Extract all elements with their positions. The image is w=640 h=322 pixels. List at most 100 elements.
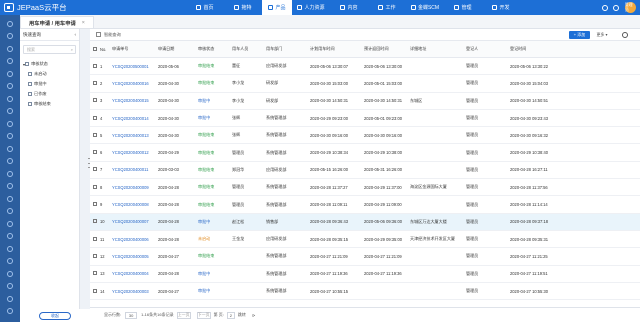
- table-row[interactable]: 3 YCSQ20200400015 2020-04-30 审批中 李小龙 研发部 2020-…: [90, 93, 640, 110]
- order-number-link[interactable]: YCSQ20200400005: [110, 254, 156, 259]
- row-checkbox[interactable]: [90, 288, 98, 294]
- order-number-link[interactable]: YCSQ20200500001: [110, 64, 156, 69]
- checkbox[interactable]: [93, 202, 97, 207]
- rail-menu-icon[interactable]: [7, 170, 13, 177]
- checkbox[interactable]: [93, 236, 97, 241]
- tree-root[interactable]: ▾ 审核状态: [23, 61, 76, 67]
- rail-menu-icon[interactable]: [7, 108, 13, 114]
- checkbox[interactable]: [93, 271, 97, 276]
- row-checkbox[interactable]: [90, 150, 98, 155]
- add-button[interactable]: + 添加: [569, 31, 590, 39]
- tree-item[interactable]: 未启动: [28, 71, 76, 77]
- table-row[interactable]: 2 YCSQ20200400016 2020-04-30 审批结束 李小龙 研发部 2020…: [90, 75, 640, 93]
- checkbox[interactable]: [93, 253, 97, 258]
- order-number-link[interactable]: YCSQ20200400004: [110, 271, 156, 276]
- avatar[interactable]: 管理员: [625, 2, 636, 13]
- rail-menu-icon[interactable]: [7, 245, 13, 252]
- rail-menu-icon[interactable]: [7, 58, 13, 64]
- order-number-link[interactable]: YCSQ20200400014: [110, 116, 156, 121]
- order-number-link[interactable]: YCSQ20200400011: [110, 167, 156, 172]
- gear-icon[interactable]: [622, 32, 628, 38]
- prev-page-button[interactable]: 上一页: [176, 311, 191, 319]
- collapse-button[interactable]: 收起: [39, 311, 71, 320]
- rail-menu-icon[interactable]: [7, 295, 13, 302]
- table-row[interactable]: 5 YCSQ20200400013 2020-04-30 审批结束 张辉 系统管理部 202…: [90, 127, 640, 145]
- bell-icon[interactable]: [613, 4, 619, 11]
- nav-item-8[interactable]: 开发: [482, 0, 520, 15]
- nav-item-0[interactable]: 首页: [186, 0, 224, 15]
- table-row[interactable]: 11 YCSQ20200400006 2020-04-28 未启动 王金龙 应用研发部 20…: [90, 231, 640, 249]
- tab-vehicle-request[interactable]: 用车申请 / 用车申请 ×: [20, 16, 94, 28]
- page-number-input[interactable]: 2: [226, 311, 235, 319]
- order-number-link[interactable]: YCSQ20200400015: [110, 98, 156, 103]
- tree-item[interactable]: 已作废: [28, 91, 76, 97]
- search-icon[interactable]: ⌕: [71, 47, 73, 52]
- rail-menu-icon[interactable]: [7, 158, 13, 164]
- checkbox[interactable]: [93, 167, 97, 172]
- order-number-link[interactable]: YCSQ20200400006: [110, 237, 156, 242]
- nav-item-7[interactable]: 管理: [444, 0, 482, 15]
- table-row[interactable]: 1 YCSQ20200500001 2020-05-06 审批结束 董征 应用研发部 202…: [90, 58, 640, 76]
- filter-icon[interactable]: [96, 32, 101, 37]
- checkbox[interactable]: [93, 132, 97, 137]
- next-page-button[interactable]: 下一页: [196, 311, 211, 319]
- more-button[interactable]: 更多 ▾: [594, 31, 610, 39]
- smart-query-button[interactable]: 智能查询: [104, 32, 121, 38]
- row-checkbox[interactable]: [90, 184, 98, 190]
- row-checkbox[interactable]: [90, 236, 98, 242]
- rail-menu-icon[interactable]: [7, 45, 13, 52]
- order-number-link[interactable]: YCSQ20200400003: [110, 289, 156, 294]
- nav-item-6[interactable]: 金蝶SCM: [406, 0, 444, 15]
- rail-menu-icon[interactable]: [7, 20, 13, 27]
- tree-item[interactable]: 审核结束: [28, 101, 76, 107]
- row-checkbox[interactable]: [90, 202, 98, 207]
- table-row[interactable]: 8 YCSQ20200400009 2020-04-28 审批结束 管理员 系统管理部 20…: [90, 179, 640, 197]
- nav-item-3[interactable]: 人力资源: [292, 0, 330, 15]
- tree-item[interactable]: 审批中: [28, 81, 76, 87]
- rail-menu-icon[interactable]: [7, 95, 13, 102]
- rail-menu-icon[interactable]: [7, 70, 13, 77]
- checkbox[interactable]: [93, 150, 97, 155]
- nav-item-2[interactable]: 产品: [262, 0, 292, 15]
- rail-menu-icon[interactable]: [7, 145, 13, 152]
- table-row[interactable]: 6 YCSQ20200400012 2020-04-29 审批结束 管理员 系统管理部 20…: [90, 144, 640, 162]
- rail-menu-icon[interactable]: [7, 270, 13, 277]
- checkbox[interactable]: [93, 115, 97, 120]
- rail-menu-icon[interactable]: [7, 258, 13, 264]
- order-number-link[interactable]: YCSQ20200400013: [110, 133, 156, 138]
- table-row[interactable]: 13 YCSQ20200400004 2020-04-28 审批中 系统管理部 2020-…: [90, 266, 640, 283]
- row-checkbox[interactable]: [90, 167, 98, 172]
- checkbox[interactable]: [93, 288, 97, 293]
- order-number-link[interactable]: YCSQ20200400012: [110, 150, 156, 155]
- nav-item-4[interactable]: 内容: [330, 0, 368, 15]
- rail-menu-icon[interactable]: [7, 208, 13, 214]
- rail-menu-icon[interactable]: [7, 120, 13, 127]
- rail-menu-icon[interactable]: [7, 83, 13, 89]
- order-number-link[interactable]: YCSQ20200400007: [110, 219, 156, 224]
- rail-menu-icon[interactable]: [7, 183, 13, 189]
- page-size-select[interactable]: 30: [125, 311, 138, 319]
- chevron-left-icon[interactable]: ‹: [75, 32, 77, 37]
- table-row[interactable]: 7 YCSQ20200400011 2020-03-03 审批结束 郑冠华 应用研发部 20…: [90, 162, 640, 180]
- row-checkbox[interactable]: [90, 132, 98, 138]
- nav-item-5[interactable]: 工作: [368, 0, 406, 15]
- table-row[interactable]: 9 YCSQ20200400008 2020-04-28 审批结束 管理员 系统管理部 20…: [90, 196, 640, 214]
- row-checkbox[interactable]: [90, 271, 98, 276]
- table-row[interactable]: 12 YCSQ20200400005 2020-04-27 审批结束 系统管理部 2020…: [90, 248, 640, 266]
- checkbox[interactable]: [93, 98, 97, 103]
- order-number-link[interactable]: YCSQ20200400016: [110, 81, 156, 86]
- app-logo[interactable]: JEPaaS云平台: [0, 2, 86, 13]
- rail-menu-icon[interactable]: [7, 283, 13, 289]
- checkbox[interactable]: [93, 80, 97, 85]
- search-icon[interactable]: [602, 4, 608, 11]
- nav-item-1[interactable]: 拖特: [224, 0, 262, 15]
- go-button[interactable]: 跳转: [238, 312, 246, 318]
- row-checkbox[interactable]: [90, 253, 98, 259]
- row-checkbox[interactable]: [90, 98, 98, 103]
- row-checkbox[interactable]: [90, 219, 98, 224]
- rail-menu-icon[interactable]: [7, 195, 13, 202]
- order-number-link[interactable]: YCSQ20200400009: [110, 185, 156, 190]
- checkbox[interactable]: [93, 46, 97, 51]
- rail-menu-icon[interactable]: [7, 33, 13, 39]
- checkbox[interactable]: [93, 63, 97, 68]
